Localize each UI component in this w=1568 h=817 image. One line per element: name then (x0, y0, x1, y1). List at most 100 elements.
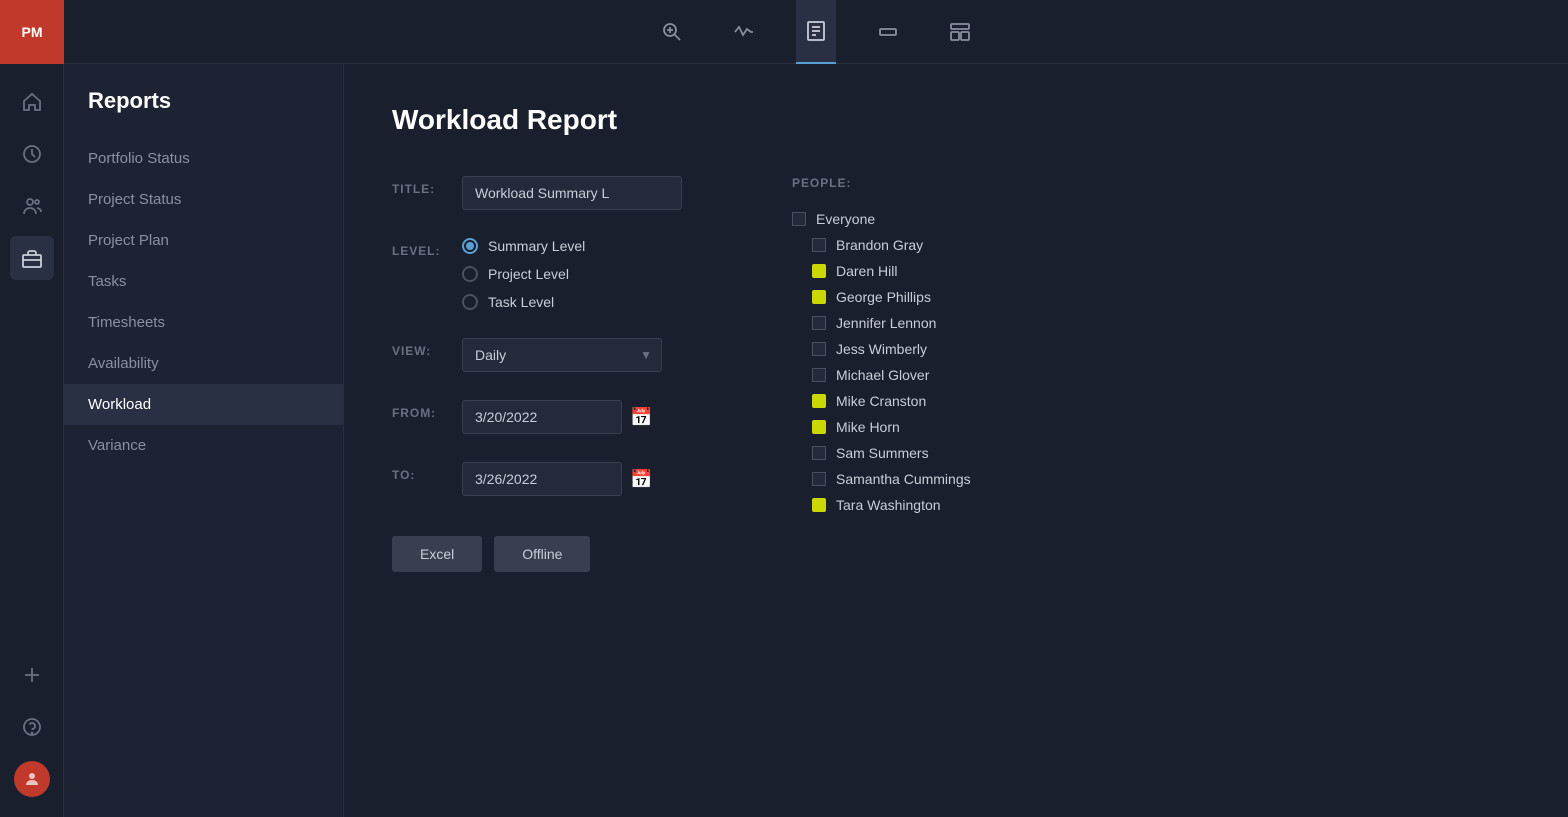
checkbox-everyone[interactable] (792, 212, 806, 226)
color-dot-tara-washington (812, 498, 826, 512)
top-nav-icons (64, 0, 1568, 64)
checkbox-samantha-cummings[interactable] (812, 472, 826, 486)
color-dot-george-phillips (812, 290, 826, 304)
logo-text: PM (22, 24, 43, 40)
person-item-samantha-cummings[interactable]: Samantha Cummings (792, 466, 1092, 492)
sidebar-home-icon[interactable] (10, 80, 54, 124)
activity-icon[interactable] (724, 0, 764, 64)
form-left: TITLE: LEVEL: Summary Level (392, 176, 712, 572)
person-item-jennifer-lennon[interactable]: Jennifer Lennon (792, 310, 1092, 336)
to-row: TO: 📅 (392, 462, 712, 496)
excel-button[interactable]: Excel (392, 536, 482, 572)
button-row: Excel Offline (392, 536, 712, 572)
person-item-brandon-gray[interactable]: Brandon Gray (792, 232, 1092, 258)
person-name-mike-horn: Mike Horn (836, 419, 900, 435)
person-item-mike-horn[interactable]: Mike Horn (792, 414, 1092, 440)
person-item-michael-glover[interactable]: Michael Glover (792, 362, 1092, 388)
person-name-jennifer-lennon: Jennifer Lennon (836, 315, 936, 331)
radio-circle-summary (462, 238, 478, 254)
app-logo[interactable]: PM (0, 0, 64, 64)
sidebar-briefcase-icon[interactable] (10, 236, 54, 280)
top-nav: PM (0, 0, 1568, 64)
sidebar-item-tasks[interactable]: Tasks (64, 261, 343, 302)
checkbox-jennifer-lennon[interactable] (812, 316, 826, 330)
to-date-input[interactable] (462, 462, 622, 496)
icon-sidebar (0, 64, 64, 817)
person-name-daren-hill: Daren Hill (836, 263, 897, 279)
person-name-everyone: Everyone (816, 211, 875, 227)
view-select[interactable]: Daily Weekly Monthly (462, 338, 662, 372)
sidebar-avatar[interactable] (10, 757, 54, 801)
user-avatar (14, 761, 50, 797)
sidebar-clock-icon[interactable] (10, 132, 54, 176)
from-calendar-icon[interactable]: 📅 (630, 407, 652, 428)
sidebar-item-variance[interactable]: Variance (64, 425, 343, 466)
person-name-tara-washington: Tara Washington (836, 497, 941, 513)
sidebar-item-portfolio-status[interactable]: Portfolio Status (64, 138, 343, 179)
sidebar-item-workload[interactable]: Workload (64, 384, 343, 425)
to-label: TO: (392, 462, 462, 482)
view-control: Daily Weekly Monthly ▼ (462, 338, 712, 372)
view-label: VIEW: (392, 338, 462, 358)
radio-label-task: Task Level (488, 294, 554, 310)
from-date-input[interactable] (462, 400, 622, 434)
person-item-george-phillips[interactable]: George Phillips (792, 284, 1092, 310)
sidebar-add-icon[interactable] (10, 653, 54, 697)
radio-circle-project (462, 266, 478, 282)
person-name-mike-cranston: Mike Cranston (836, 393, 926, 409)
view-select-wrapper: Daily Weekly Monthly ▼ (462, 338, 662, 372)
main-content: Workload Report TITLE: LEVEL: (344, 64, 1568, 817)
reports-nav-icon[interactable] (796, 0, 836, 64)
person-name-sam-summers: Sam Summers (836, 445, 929, 461)
radio-circle-task (462, 294, 478, 310)
level-radio-group: Summary Level Project Level Task Level (462, 238, 712, 310)
to-date-wrapper: 📅 (462, 462, 712, 496)
to-control: 📅 (462, 462, 712, 496)
sidebar-item-availability[interactable]: Availability (64, 343, 343, 384)
title-control (462, 176, 712, 210)
main-layout: Reports Portfolio Status Project Status … (0, 64, 1568, 817)
person-name-brandon-gray: Brandon Gray (836, 237, 923, 253)
form-section: TITLE: LEVEL: Summary Level (392, 176, 1520, 572)
to-calendar-icon[interactable]: 📅 (630, 469, 652, 490)
title-row: TITLE: (392, 176, 712, 210)
level-label: LEVEL: (392, 238, 462, 258)
sidebar-people-icon[interactable] (10, 184, 54, 228)
person-item-daren-hill[interactable]: Daren Hill (792, 258, 1092, 284)
icon-sidebar-bottom (10, 653, 54, 817)
radio-summary-level[interactable]: Summary Level (462, 238, 712, 254)
title-input[interactable] (462, 176, 682, 210)
person-item-tara-washington[interactable]: Tara Washington (792, 492, 1092, 518)
sidebar-item-timesheets[interactable]: Timesheets (64, 302, 343, 343)
sidebar-item-project-status[interactable]: Project Status (64, 179, 343, 220)
people-section: PEOPLE: Everyone Brandon Gray Daren Hill (792, 176, 1092, 572)
color-dot-mike-horn (812, 420, 826, 434)
checkbox-jess-wimberly[interactable] (812, 342, 826, 356)
offline-button[interactable]: Offline (494, 536, 590, 572)
sidebar-help-icon[interactable] (10, 705, 54, 749)
checkbox-sam-summers[interactable] (812, 446, 826, 460)
person-item-everyone[interactable]: Everyone (792, 206, 1092, 232)
person-item-mike-cranston[interactable]: Mike Cranston (792, 388, 1092, 414)
from-label: FROM: (392, 400, 462, 420)
reports-sidebar: Reports Portfolio Status Project Status … (64, 64, 344, 817)
person-name-samantha-cummings: Samantha Cummings (836, 471, 971, 487)
search-zoom-icon[interactable] (652, 0, 692, 64)
layout-icon[interactable] (940, 0, 980, 64)
from-control: 📅 (462, 400, 712, 434)
person-item-jess-wimberly[interactable]: Jess Wimberly (792, 336, 1092, 362)
page-title: Workload Report (392, 104, 1520, 136)
checkbox-michael-glover[interactable] (812, 368, 826, 382)
minus-icon[interactable] (868, 0, 908, 64)
checkbox-brandon-gray[interactable] (812, 238, 826, 252)
radio-label-project: Project Level (488, 266, 569, 282)
people-section-label: PEOPLE: (792, 176, 1092, 190)
radio-task-level[interactable]: Task Level (462, 294, 712, 310)
view-row: VIEW: Daily Weekly Monthly ▼ (392, 338, 712, 372)
person-name-jess-wimberly: Jess Wimberly (836, 341, 927, 357)
sidebar-item-project-plan[interactable]: Project Plan (64, 220, 343, 261)
radio-label-summary: Summary Level (488, 238, 585, 254)
from-row: FROM: 📅 (392, 400, 712, 434)
radio-project-level[interactable]: Project Level (462, 266, 712, 282)
person-item-sam-summers[interactable]: Sam Summers (792, 440, 1092, 466)
